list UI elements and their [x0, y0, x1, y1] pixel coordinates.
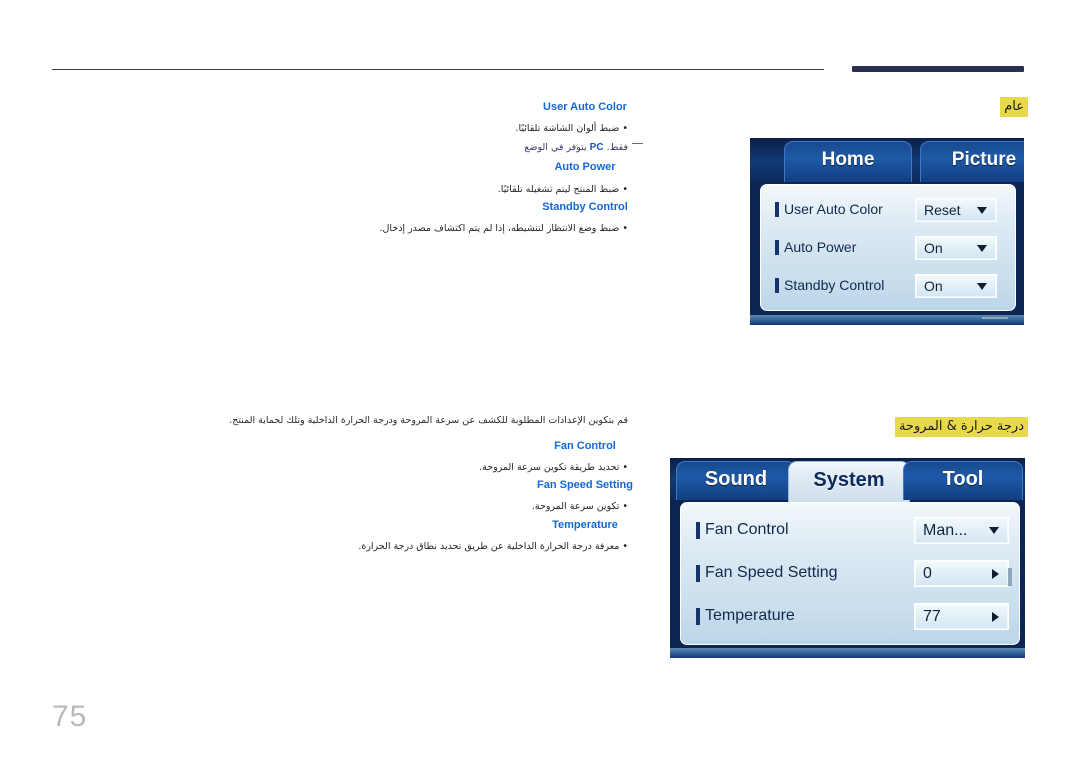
osd-tab-tool-label: Tool [942, 468, 984, 490]
osd-value-text-fan-control: Man... [923, 521, 968, 539]
osd-row-user-auto-color[interactable]: User Auto Color [775, 201, 883, 217]
osd-value-text-auto-power: On [924, 240, 943, 256]
note-pc-mode-only: فقط. PC يتوفر في الوضع [0, 141, 643, 154]
row-marker-icon [696, 521, 700, 539]
osd-row-label-auto-power: Auto Power [784, 239, 857, 255]
osd-tabbar-system: Sound System Tool [670, 458, 1025, 502]
row-marker-icon [775, 277, 779, 293]
subheading-fan-control: Fan Control [554, 440, 616, 452]
bullet-temperature-text: معرفة درجة الحرارة الداخلية عن طريق تحدي… [358, 541, 620, 552]
row-marker-icon [696, 607, 700, 625]
osd-row-label-user-auto-color: User Auto Color [784, 201, 883, 217]
osd-row-label-fan-speed-setting: Fan Speed Setting [705, 564, 838, 581]
note-prefix: يتوفر في الوضع [524, 142, 587, 153]
osd-footer-system [670, 648, 1025, 658]
osd-scroll-indicator[interactable] [1008, 568, 1012, 586]
chevron-down-icon[interactable] [989, 527, 999, 534]
osd-tab-tool[interactable]: Tool [903, 461, 1023, 500]
osd-value-fan-speed-setting[interactable]: 0 [914, 560, 1009, 587]
osd-row-label-standby-control: Standby Control [784, 277, 885, 293]
row-marker-icon [775, 201, 779, 217]
osd-tab-home[interactable]: Home [784, 141, 912, 182]
header-rule-right [852, 66, 1024, 72]
osd-value-auto-power[interactable]: On [915, 236, 997, 260]
bullet-auto-power-text: ضبط المنتج ليتم تشغيله تلقائيًا. [497, 184, 620, 195]
osd-tab-system[interactable]: System [788, 461, 910, 502]
chevron-down-icon[interactable] [977, 282, 987, 290]
bullet-auto-power: • ضبط المنتج ليتم تشغيله تلقائيًا. [497, 184, 628, 195]
osd-value-user-auto-color[interactable]: Reset [915, 198, 997, 222]
bullet-fan-speed-setting: • تكوين سرعة المروحة. [531, 501, 628, 512]
note-token-pc: PC [589, 142, 604, 153]
osd-value-text-user-auto-color: Reset [924, 202, 961, 218]
osd-scroll-indicator[interactable] [982, 317, 1008, 319]
osd-tab-sound[interactable]: Sound [676, 461, 796, 500]
bullet-temperature: • معرفة درجة الحرارة الداخلية عن طريق تح… [358, 541, 628, 552]
osd-panel-general: User Auto Color Reset Auto Power On Stan… [760, 184, 1016, 311]
osd-row-temperature[interactable]: Temperature [696, 607, 795, 625]
osd-value-standby-control[interactable]: On [915, 274, 997, 298]
osd-row-label-fan-control: Fan Control [705, 521, 789, 538]
osd-row-fan-speed-setting[interactable]: Fan Speed Setting [696, 564, 838, 582]
subheading-auto-power: Auto Power [554, 161, 616, 173]
osd-value-temperature[interactable]: 77 [914, 603, 1009, 630]
bullet-fan-control: • تحديد طريقة تكوين سرعة المروحة. [479, 462, 628, 473]
osd-row-auto-power[interactable]: Auto Power [775, 239, 856, 255]
row-marker-icon [696, 564, 700, 582]
osd-tab-home-label: Home [821, 149, 875, 170]
bullet-fan-speed-setting-text: تكوين سرعة المروحة. [531, 501, 620, 512]
section-heading-general: عام [1000, 97, 1028, 117]
bullet-fan-control-text: تحديد طريقة تكوين سرعة المروحة. [479, 462, 620, 473]
bullet-standby-control: • ضبط وضع الانتظار لتنشيطه، إذا لم يتم ا… [379, 223, 629, 234]
chevron-down-icon[interactable] [977, 206, 987, 214]
subheading-standby-control: Standby Control [542, 201, 628, 213]
note-dash-icon [632, 143, 643, 144]
osd-value-text-standby-control: On [924, 278, 943, 294]
page-number: 75 [52, 700, 88, 733]
section-heading-temperature-fan: درجة حرارة & المروحة [894, 417, 1028, 437]
subheading-user-auto-color: User Auto Color [543, 101, 627, 113]
osd-tab-picture-label: Picture [951, 149, 1017, 170]
osd-value-text-temperature: 77 [923, 607, 941, 625]
osd-tab-system-label: System [813, 469, 885, 491]
bullet-user-auto-color: • ضبط ألوان الشاشة تلقائيًا. [515, 123, 628, 134]
osd-tabbar-general: Home Picture [750, 138, 1024, 182]
note-suffix: فقط. [606, 142, 628, 153]
header-rule-left [52, 69, 824, 70]
osd-row-label-temperature: Temperature [705, 607, 795, 624]
chevron-down-icon[interactable] [977, 244, 987, 252]
bullet-user-auto-color-text: ضبط ألوان الشاشة تلقائيًا. [515, 123, 620, 134]
osd-tab-sound-label: Sound [704, 468, 768, 490]
osd-screenshot-system: Sound System Tool Fan Control Man... Fan… [670, 458, 1025, 658]
intro-temperature-fan: قم بتكوين الإعدادات المطلوبة للكشف عن سر… [229, 415, 628, 426]
bullet-standby-control-text: ضبط وضع الانتظار لتنشيطه، إذا لم يتم اكت… [379, 223, 620, 234]
osd-row-fan-control[interactable]: Fan Control [696, 521, 789, 539]
chevron-right-icon[interactable] [992, 611, 999, 622]
osd-row-standby-control[interactable]: Standby Control [775, 277, 884, 293]
osd-tab-picture[interactable]: Picture [920, 141, 1024, 182]
chevron-right-icon[interactable] [992, 568, 999, 579]
row-marker-icon [775, 239, 779, 255]
osd-panel-system: Fan Control Man... Fan Speed Setting 0 T… [680, 502, 1020, 645]
osd-screenshot-general: Home Picture User Auto Color Reset Auto … [750, 138, 1024, 325]
osd-value-text-fan-speed-setting: 0 [923, 564, 932, 582]
osd-value-fan-control[interactable]: Man... [914, 517, 1009, 544]
